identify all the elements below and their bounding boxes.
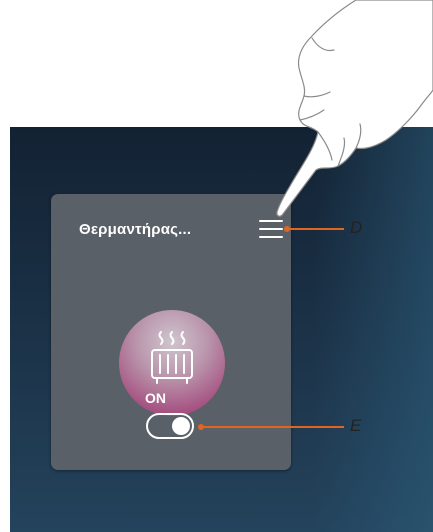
step-number-badge: 2	[354, 55, 384, 85]
callout-d-label: D	[350, 218, 363, 237]
radiator-heater-icon	[151, 331, 193, 384]
toggle-state-label: ON	[145, 390, 166, 406]
on-off-toggle[interactable]	[146, 413, 194, 439]
hamburger-menu-icon[interactable]	[256, 218, 286, 240]
callout-e-line	[201, 426, 344, 428]
heater-on-off-button[interactable]	[119, 310, 225, 416]
callout-e-label: E	[350, 416, 362, 435]
callout-d-line	[287, 228, 344, 230]
device-title: Θερμαντήρας...	[79, 221, 192, 238]
toggle-knob	[172, 417, 190, 435]
